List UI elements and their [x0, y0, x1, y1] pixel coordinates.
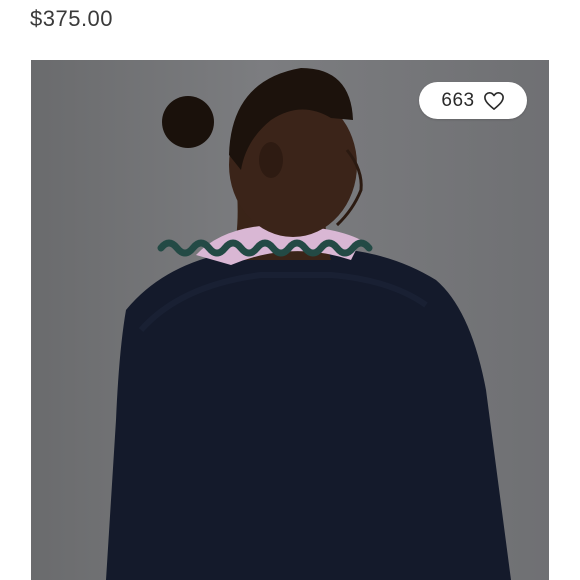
product-photo-illustration	[106, 68, 511, 580]
listing-price: $375.00	[30, 6, 114, 31]
product-photo[interactable]	[31, 60, 549, 580]
like-count: 663	[441, 89, 475, 111]
heart-outline-icon	[483, 91, 504, 110]
like-button[interactable]: 663	[419, 82, 527, 119]
